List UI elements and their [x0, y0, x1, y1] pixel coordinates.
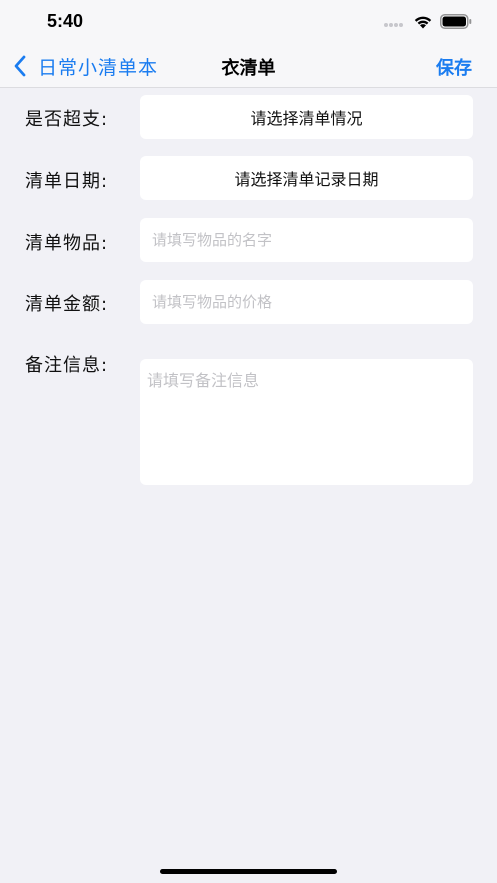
screen: 5:40 日常小清单本 衣清单 保存 是否超支: 请选择清单情况 清单日期: 请…	[0, 0, 497, 883]
battery-icon	[440, 14, 472, 29]
status-time: 5:40	[47, 11, 84, 31]
overspend-label: 是否超支:	[25, 109, 109, 130]
item-name-input[interactable]	[140, 218, 473, 262]
page-title: 衣清单	[221, 58, 276, 79]
signal-dots-icon	[384, 23, 403, 27]
amount-input[interactable]	[140, 280, 473, 324]
date-label: 清单日期:	[25, 171, 109, 192]
note-label: 备注信息:	[25, 355, 109, 376]
item-label: 清单物品:	[25, 233, 109, 254]
note-textarea[interactable]	[140, 359, 473, 485]
status-bar: 5:40	[0, 0, 497, 44]
amount-label: 清单金额:	[25, 294, 109, 315]
date-select[interactable]: 请选择清单记录日期	[140, 156, 473, 200]
wifi-icon	[414, 16, 432, 29]
home-indicator[interactable]	[160, 869, 337, 874]
save-button[interactable]: 保存	[436, 54, 472, 80]
navigation-bar: 日常小清单本 衣清单 保存	[0, 44, 497, 88]
overspend-select[interactable]: 请选择清单情况	[140, 95, 473, 139]
